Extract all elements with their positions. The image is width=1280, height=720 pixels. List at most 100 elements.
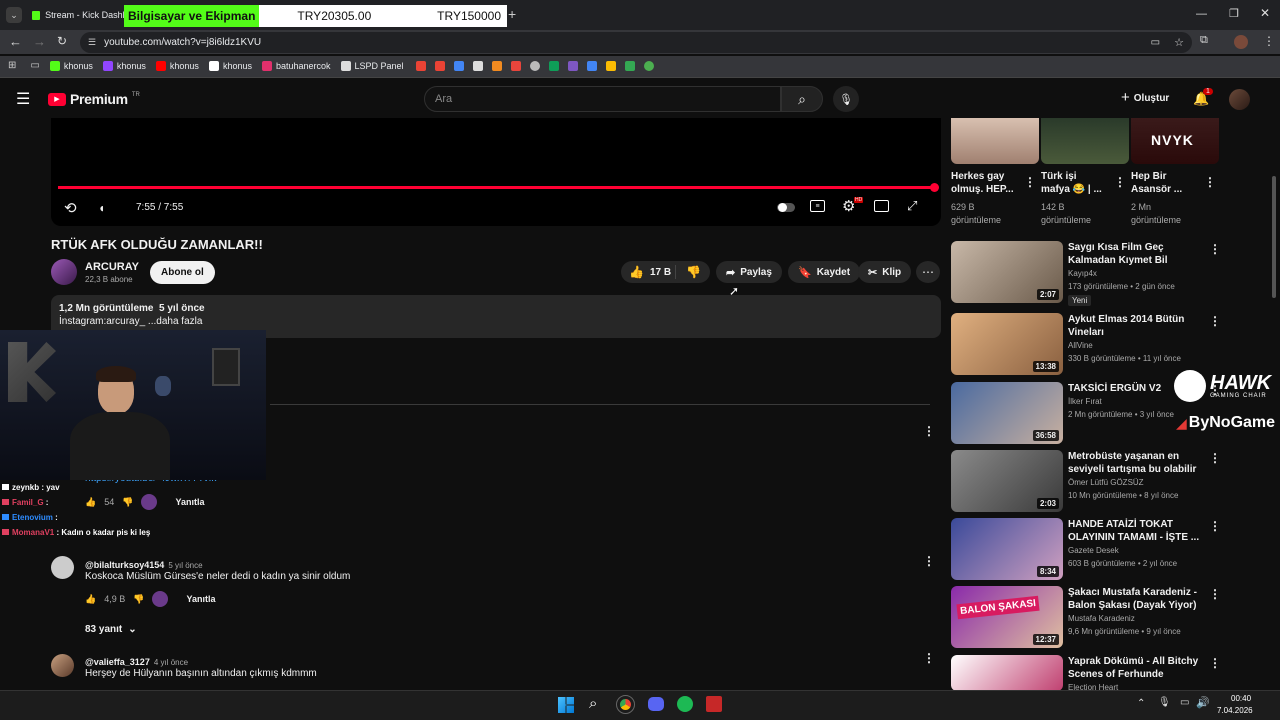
progress-bar-track[interactable]: [58, 183, 939, 192]
rec-channel[interactable]: İlker Fırat: [1068, 396, 1102, 407]
rec-title[interactable]: Yaprak Dökümü - All Bitchy Scenes of Fer…: [1068, 655, 1200, 681]
rec-thumbnail[interactable]: BALON ŞAKASI 12:37: [951, 586, 1063, 648]
voice-search-button[interactable]: 🎙: [833, 86, 859, 112]
channel-name[interactable]: ARCURAY: [85, 261, 139, 273]
rec-thumbnail[interactable]: [951, 118, 1039, 164]
share-button[interactable]: ➦ Paylaş: [716, 261, 782, 283]
streaming-app-icon[interactable]: [706, 696, 722, 712]
tray-chevron-icon[interactable]: ⌃: [1137, 698, 1145, 709]
rec-channel[interactable]: Election Heart: [1068, 682, 1118, 690]
bookmark-item[interactable]: khonus: [155, 60, 199, 71]
bookmark-icon[interactable]: [548, 60, 559, 71]
chrome-icon[interactable]: [616, 695, 635, 714]
progress-scrubber[interactable]: [930, 183, 939, 192]
search-input[interactable]: Ara: [435, 93, 452, 105]
network-icon[interactable]: ▭: [1180, 697, 1189, 708]
search-box[interactable]: Ara: [424, 86, 781, 112]
reload-icon[interactable]: ↻: [57, 34, 67, 48]
rec-menu-icon[interactable]: ⋮: [1209, 242, 1221, 256]
bookmark-item[interactable]: khonus: [49, 60, 93, 71]
rec-thumbnail[interactable]: 8:34: [951, 518, 1063, 580]
minimize-button[interactable]: —: [1196, 8, 1207, 20]
rec-menu-icon[interactable]: ⋮: [1024, 175, 1036, 189]
browser-menu-icon[interactable]: ⋮: [1263, 34, 1275, 48]
clock-time[interactable]: 00:40: [1231, 694, 1251, 703]
rec-menu-icon[interactable]: ⋮: [1209, 519, 1221, 533]
maximize-button[interactable]: ❐: [1229, 7, 1239, 20]
more-actions-button[interactable]: ⋯: [916, 261, 940, 283]
bookmark-icon[interactable]: [605, 60, 616, 71]
rec-thumbnail[interactable]: 36:58: [951, 382, 1063, 444]
bookmark-icon[interactable]: [453, 60, 464, 71]
bookmark-star-icon[interactable]: ☆: [1174, 36, 1184, 49]
comment-menu-icon[interactable]: ⋮: [923, 554, 935, 568]
apps-icon[interactable]: ⊞: [8, 60, 16, 71]
comment-author[interactable]: @bilalturksoy4154: [85, 560, 164, 570]
bookmark-icon[interactable]: [510, 60, 521, 71]
hamburger-menu-icon[interactable]: ☰: [16, 89, 30, 109]
url-text[interactable]: youtube.com/watch?v=j8i6ldz1KVU: [104, 37, 261, 48]
rec-menu-icon[interactable]: ⋮: [1209, 451, 1221, 465]
save-button[interactable]: 🔖 Kaydet: [788, 261, 861, 283]
windows-start-icon[interactable]: [558, 697, 574, 713]
bookmark-item[interactable]: LSPD Panel: [340, 60, 404, 71]
rec-title[interactable]: Metrobüste yaşanan en seviyeli tartışma …: [1068, 450, 1200, 476]
youtube-logo[interactable]: ▶ Premium TR: [48, 91, 140, 107]
rec-channel[interactable]: Gazete Desek: [1068, 545, 1119, 556]
fullscreen-icon[interactable]: ⤢: [907, 198, 917, 214]
miniplayer-icon[interactable]: [874, 200, 889, 212]
folder-icon[interactable]: ▭: [30, 60, 39, 71]
rec-title[interactable]: Aykut Elmas 2014 Bütün Vineları: [1068, 313, 1200, 339]
rec-thumbnail[interactable]: 13:38: [951, 313, 1063, 375]
tab-kick[interactable]: Stream - Kick Dashbo: [28, 4, 124, 26]
bookmark-item[interactable]: batuhanercok: [261, 60, 331, 71]
thumbs-up-icon[interactable]: 👍: [85, 594, 96, 605]
bookmark-icon[interactable]: [415, 60, 426, 71]
bookmark-icon[interactable]: [491, 60, 502, 71]
comment-author[interactable]: @valieffa_3127: [85, 657, 150, 667]
forward-icon[interactable]: →: [33, 34, 46, 49]
bookmark-icon[interactable]: [586, 60, 597, 71]
search-button[interactable]: ⌕: [781, 86, 823, 112]
rec-title[interactable]: HANDE ATAİZİ TOKAT OLAYININ TAMAMI - İŞT…: [1068, 518, 1200, 544]
rec-menu-icon[interactable]: ⋮: [1209, 314, 1221, 328]
taskbar-search-icon[interactable]: ⌕: [589, 695, 597, 712]
notifications-button[interactable]: 🔔 1: [1193, 88, 1213, 107]
rec-title[interactable]: Herkes gay olmuş. HEP...: [951, 170, 1017, 196]
page-scrollbar[interactable]: [1272, 176, 1276, 298]
tab-search-icon[interactable]: ⌄: [6, 7, 22, 23]
rec-title[interactable]: Saygı Kısa Film Geç Kalmadan Kıymet Bil: [1068, 241, 1200, 267]
autoplay-toggle[interactable]: [777, 203, 795, 212]
bookmark-item[interactable]: khonus: [208, 60, 252, 71]
bookmark-icon[interactable]: [567, 60, 578, 71]
replay-icon[interactable]: ⟲: [64, 199, 77, 217]
rec-thumbnail[interactable]: [951, 655, 1063, 690]
new-tab-button[interactable]: +: [508, 6, 516, 22]
close-window-button[interactable]: ✕: [1260, 6, 1270, 20]
rec-thumbnail[interactable]: NVYK: [1131, 118, 1219, 164]
subtitles-icon[interactable]: ≡: [810, 200, 825, 212]
commenter-avatar[interactable]: [51, 556, 74, 579]
rec-channel[interactable]: Kayıp4x: [1068, 268, 1097, 279]
channel-avatar[interactable]: [51, 259, 77, 285]
back-icon[interactable]: ←: [9, 34, 22, 49]
rec-title[interactable]: Türk işi mafya 😂 | ...: [1041, 170, 1107, 196]
reply-button[interactable]: Yanıtla: [186, 594, 215, 604]
thumbs-down-icon[interactable]: 👎: [133, 594, 144, 605]
cast-icon[interactable]: ▭: [1151, 37, 1160, 48]
discord-icon[interactable]: [648, 697, 664, 711]
microphone-tray-icon[interactable]: 🎙: [1158, 697, 1171, 708]
bookmark-item[interactable]: khonus: [102, 60, 146, 71]
rec-menu-icon[interactable]: ⋮: [1209, 656, 1221, 670]
rec-title[interactable]: Şakacı Mustafa Karadeniz - Balon Şakası …: [1068, 586, 1200, 612]
comment-menu-icon[interactable]: ⋮: [923, 424, 935, 438]
clip-button[interactable]: ✂ Klip: [858, 261, 912, 283]
rec-title[interactable]: Hep Bir Asansör ...: [1131, 170, 1197, 196]
rec-menu-icon[interactable]: ⋮: [1209, 587, 1221, 601]
clock-date[interactable]: 7.04.2026: [1217, 706, 1253, 715]
like-button[interactable]: 👍 17 B: [621, 265, 676, 279]
spotify-icon[interactable]: [677, 696, 693, 712]
bookmark-icon[interactable]: [434, 60, 445, 71]
rec-channel[interactable]: Mustafa Karadeniz: [1068, 613, 1135, 624]
comment-menu-icon[interactable]: ⋮: [923, 651, 935, 665]
